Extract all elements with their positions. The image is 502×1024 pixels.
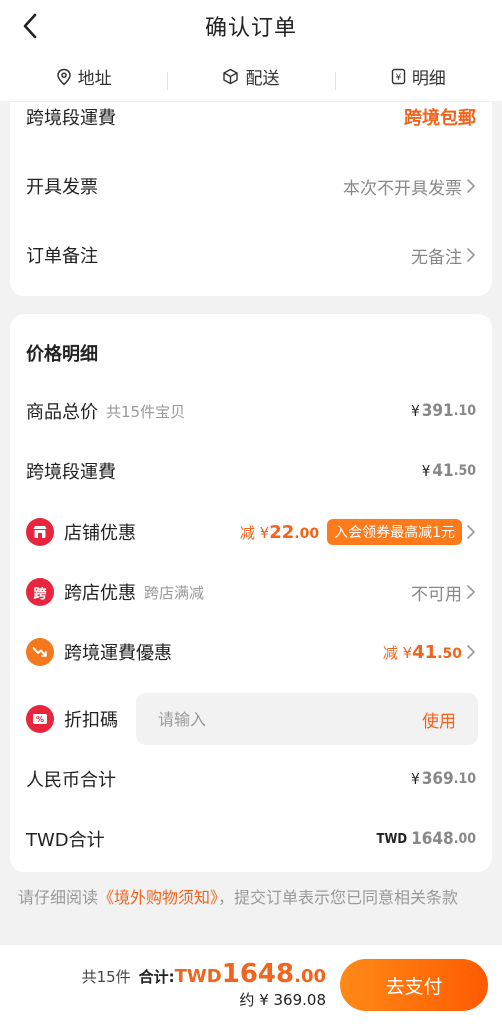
tab-address[interactable]: 地址 <box>0 64 167 89</box>
notice-prefix: 请仔细阅读 <box>18 888 99 907</box>
price-detail-header: 价格明细 <box>10 338 492 368</box>
store-icon <box>26 518 54 546</box>
remark-label: 订单备注 <box>26 246 98 267</box>
tab-detail-label: 明细 <box>411 69 446 89</box>
pay-button[interactable]: 去支付 <box>340 959 488 1011</box>
twd-total-label: TWD合计 <box>26 830 105 851</box>
cross-store-value: 不可用 <box>411 584 462 605</box>
invoice-label: 开具发票 <box>26 177 98 198</box>
notice-suffix: ，提交订单表示您已同意相关条款 <box>218 888 459 907</box>
chevron-right-icon <box>467 179 475 193</box>
invoice-value: 本次不开具发票 <box>343 178 462 199</box>
chevron-right-icon <box>467 585 475 599</box>
shipping-value: 跨境包郵 <box>404 108 476 129</box>
location-pin-icon <box>56 68 71 86</box>
twd-total-row: TWD合计 TWD 1648.00 <box>10 824 492 854</box>
coupon-label: 折扣碼 <box>64 710 118 731</box>
page-title: 确认订单 <box>204 16 297 41</box>
section-tabs: 地址 配送 ¥ 明细 <box>0 52 502 102</box>
svg-text:%: % <box>36 715 44 724</box>
price-detail-title: 价格明细 <box>26 344 98 365</box>
chevron-right-icon <box>467 248 475 262</box>
rmb-total-price: ¥369.10 <box>411 769 476 789</box>
shipping-row: 跨境段運費 跨境包郵 <box>10 102 492 132</box>
total-currency: TWD <box>174 966 222 987</box>
checkout-bar: 共15件 合计: TWD 1648 .00 约 ¥ 369.08 去支付 <box>0 944 502 1024</box>
goods-count: 共15件宝贝 <box>106 402 186 421</box>
invoice-row[interactable]: 开具发票 本次不开具发票 <box>10 166 492 206</box>
shipping-discount-row[interactable]: 跨境運費優惠 减 ¥41.50 <box>10 635 492 669</box>
chevron-right-icon <box>467 645 475 659</box>
shipping-fee-label: 跨境段運費 <box>26 462 116 483</box>
store-discount-value: 减 ¥22.00 <box>239 521 320 543</box>
price-detail-card: 价格明细 商品总价 共15件宝贝 ¥391.10 跨境段運費 ¥41.50 店铺… <box>10 314 492 872</box>
order-options-card: 跨境段運費 跨境包郵 开具发票 本次不开具发票 订单备注 无备注 <box>10 102 492 296</box>
goods-total-label: 商品总价 <box>26 402 98 423</box>
total-amount-int: 1648 <box>221 959 295 989</box>
chevron-right-icon <box>467 525 475 539</box>
tab-address-label: 地址 <box>77 69 112 89</box>
remark-row[interactable]: 订单备注 无备注 <box>10 235 492 275</box>
overseas-shopping-terms-link[interactable]: 《境外购物须知》 <box>98 888 218 907</box>
shipping-label: 跨境段運費 <box>26 108 116 129</box>
cross-store-discount-row[interactable]: 跨 跨店优惠 跨店满减 不可用 <box>10 575 492 609</box>
rmb-total-row: 人民币合计 ¥369.10 <box>10 764 492 794</box>
chevron-left-icon <box>23 13 37 39</box>
twd-total-price: TWD 1648.00 <box>376 829 477 849</box>
coupon-use-button[interactable]: 使用 <box>422 707 456 732</box>
member-coupon-badge: 入会领券最高减1元 <box>327 519 462 545</box>
rmb-total-label: 人民币合计 <box>26 770 116 791</box>
shipping-fee-row: 跨境段運費 ¥41.50 <box>10 456 492 486</box>
approx-rmb-total: 约 ¥ 369.08 <box>239 991 326 1009</box>
checkout-totals: 共15件 合计: TWD 1648 .00 约 ¥ 369.08 <box>82 959 326 1010</box>
receipt-icon: ¥ <box>391 68 406 85</box>
svg-text:¥: ¥ <box>395 73 401 83</box>
tab-delivery[interactable]: 配送 <box>167 64 334 90</box>
coupon-icon: % <box>26 705 54 733</box>
coupon-code-input[interactable] <box>158 709 422 729</box>
store-discount-label: 店铺优惠 <box>64 523 136 544</box>
cross-store-icon: 跨 <box>26 578 54 606</box>
terms-notice: 请仔细阅读《境外购物须知》，提交订单表示您已同意相关条款 <box>18 884 488 911</box>
cross-store-label: 跨店优惠 <box>64 583 136 604</box>
shipping-discount-value: 减 ¥41.50 <box>382 641 462 663</box>
total-label: 合计: <box>138 968 175 986</box>
tab-delivery-label: 配送 <box>245 69 280 89</box>
coupon-code-row: % 折扣碼 使用 <box>10 693 492 745</box>
goods-total-row: 商品总价 共15件宝贝 ¥391.10 <box>10 396 492 426</box>
coupon-input-wrap: 使用 <box>136 693 478 745</box>
cross-store-sub: 跨店满减 <box>144 583 205 602</box>
remark-value: 无备注 <box>411 247 462 268</box>
back-button[interactable] <box>14 10 46 42</box>
shipping-discount-icon <box>26 638 54 666</box>
tab-detail[interactable]: ¥ 明细 <box>334 64 502 90</box>
item-count: 共15件 <box>81 968 131 986</box>
package-icon <box>223 68 239 85</box>
top-bar: 确认订单 <box>0 0 502 52</box>
shipping-discount-label: 跨境運費優惠 <box>64 643 172 664</box>
store-discount-row[interactable]: 店铺优惠 减 ¥22.00 入会领券最高减1元 <box>10 515 492 549</box>
shipping-fee-price: ¥41.50 <box>421 461 476 481</box>
total-amount-dec: .00 <box>294 966 326 987</box>
goods-total-price: ¥391.10 <box>411 401 476 421</box>
